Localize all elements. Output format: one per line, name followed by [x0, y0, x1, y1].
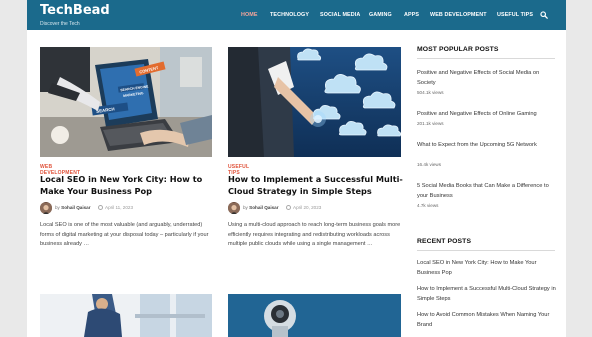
post-title[interactable]: Local SEO in New York City: How to Make … [40, 173, 212, 197]
post-views: 4.7k views [417, 203, 439, 208]
recent-post-link[interactable]: How to Avoid Common Mistakes When Naming… [417, 310, 557, 330]
post-date[interactable]: April 11, 2023 [105, 205, 133, 210]
post-thumbnail[interactable]: SEARCH ENGINE MARKETING CONTENT SEARCH [40, 47, 212, 157]
search-icon[interactable] [540, 11, 548, 19]
post-views: 201.1k views [417, 121, 444, 126]
post-title[interactable]: How to Implement a Successful Multi-Clou… [228, 173, 404, 197]
post-byline: by Sohail Qaisar [55, 205, 91, 210]
site-tagline: Discover the Tech [40, 21, 80, 27]
post-meta: by Sohail Qaisar April 11, 2023 [40, 202, 212, 214]
avatar[interactable] [40, 202, 52, 214]
post-date[interactable]: April 20, 2023 [293, 205, 321, 210]
popular-post-link[interactable]: What to Expect from the Upcoming 5G Netw… [417, 140, 557, 150]
post-views: 16.4k views [417, 162, 442, 167]
post-author[interactable]: Sohail Qaisar [249, 205, 278, 210]
post-excerpt: Using a multi-cloud approach to reach lo… [228, 222, 401, 247]
divider [417, 58, 555, 59]
popular-post-link[interactable]: 5 Social Media Books that Can Make a Dif… [417, 181, 557, 201]
main-nav: HOME TECHNOLOGY SOCIAL MEDIA GAMING APPS… [27, 12, 566, 20]
divider [417, 250, 555, 251]
cloud-touch-image [228, 47, 401, 157]
nav-item-web-development[interactable]: WEB DEVELOPMENT [430, 12, 487, 18]
post-excerpt: Local SEO is one of the most valuable (a… [40, 222, 209, 247]
nav-item-technology[interactable]: TECHNOLOGY [270, 12, 309, 18]
site-header: TechBead Discover the Tech HOME TECHNOLO… [27, 0, 566, 30]
nav-item-useful-tips[interactable]: USEFUL TIPS [497, 12, 533, 18]
nav-item-gaming[interactable]: GAMING [369, 12, 392, 18]
post-thumbnail[interactable] [40, 294, 212, 337]
recent-post-link[interactable]: How to Implement a Successful Multi-Clou… [417, 284, 557, 304]
recent-post-link[interactable]: Local SEO in New York City: How to Make … [417, 258, 557, 278]
clock-icon [286, 205, 291, 210]
avatar[interactable] [228, 202, 240, 214]
popular-posts-heading: MOST POPULAR POSTS [417, 46, 499, 53]
popular-post-link[interactable]: Positive and Negative Effects of Online … [417, 109, 557, 119]
robot-image [228, 294, 401, 337]
author-avatar-image [40, 203, 52, 214]
post-meta: by Sohail Qaisar April 20, 2023 [228, 202, 400, 214]
nav-item-home[interactable]: HOME [241, 12, 258, 18]
author-avatar-image [228, 203, 240, 214]
recent-posts-heading: RECENT POSTS [417, 238, 472, 245]
post-thumbnail[interactable] [228, 294, 401, 337]
byline-prefix: by [243, 205, 248, 210]
stressed-man-image [40, 294, 212, 337]
post-thumbnail[interactable] [228, 47, 401, 157]
byline-prefix: by [55, 205, 60, 210]
nav-item-apps[interactable]: APPS [404, 12, 419, 18]
post-author[interactable]: Sohail Qaisar [61, 205, 90, 210]
nav-item-social-media[interactable]: SOCIAL MEDIA [320, 12, 360, 18]
seo-laptop-image: SEARCH ENGINE MARKETING CONTENT SEARCH [40, 47, 212, 157]
post-byline: by Sohail Qaisar [243, 205, 279, 210]
popular-post-link[interactable]: Positive and Negative Effects of Social … [417, 68, 557, 88]
post-views: 504.1k views [417, 90, 444, 95]
clock-icon [98, 205, 103, 210]
